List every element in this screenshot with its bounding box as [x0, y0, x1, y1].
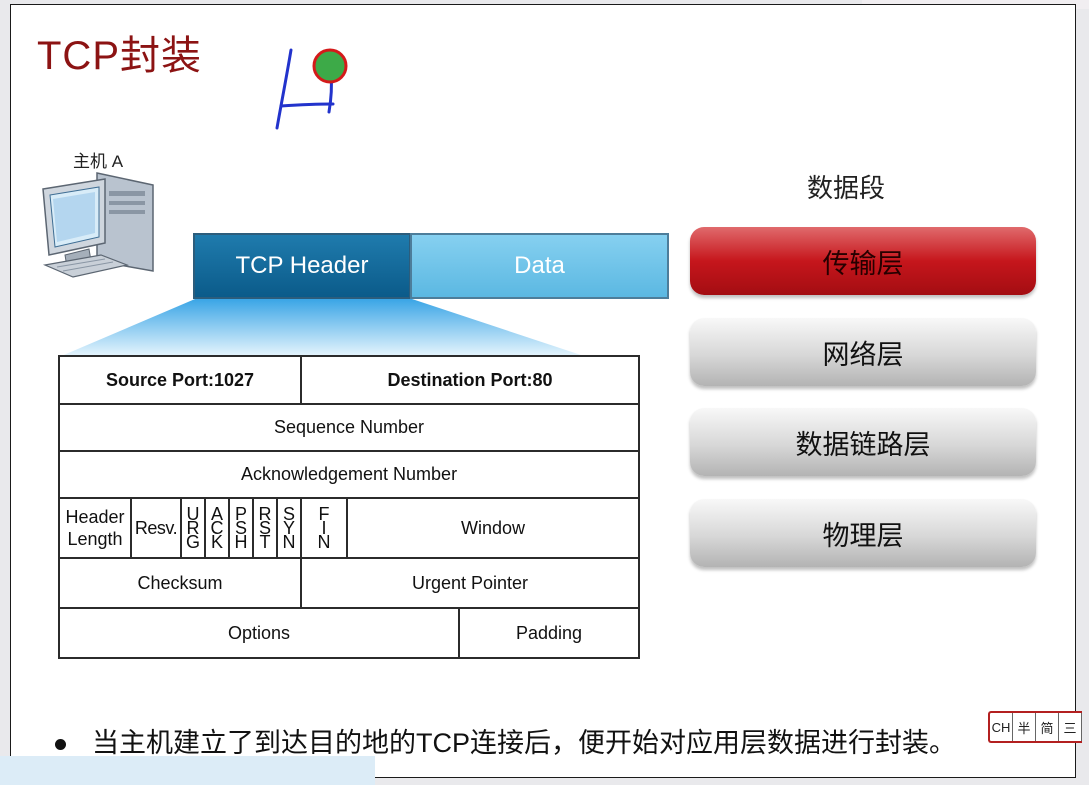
flag-char: N: [282, 532, 296, 552]
ime-lang-button[interactable]: CH: [990, 713, 1013, 741]
source-port-cell: Source Port:1027: [58, 355, 302, 405]
urgent-pointer-cell: Urgent Pointer: [299, 557, 641, 609]
sequence-number-cell: Sequence Number: [57, 403, 641, 452]
window-cell: Window: [345, 497, 641, 559]
flag-char: K: [210, 532, 223, 552]
header-length-cell: Header Length: [58, 497, 132, 559]
layer-network: 网络层: [690, 318, 1036, 386]
flag-urg: U R G: [180, 497, 206, 559]
pen-annotation: [275, 48, 348, 130]
flag-ack: A C K: [204, 497, 230, 559]
data-segment-caption: 数据段: [807, 173, 886, 203]
flag-char: T: [259, 532, 271, 552]
bottom-band: [0, 756, 375, 785]
flag-syn: S Y N: [276, 497, 302, 559]
options-cell: Options: [58, 607, 460, 659]
bullet-point: 当主机建立了到达目的地的TCP连接后，便开始对应用层数据进行封装。: [55, 721, 956, 760]
flag-psh: P S H: [228, 497, 254, 559]
slide-title: TCP封装: [37, 34, 202, 78]
desktop-computer-icon: [42, 172, 154, 278]
padding-cell: Padding: [457, 607, 641, 659]
flag-char: G: [185, 532, 200, 552]
expansion-fan: [59, 299, 587, 357]
ime-menu-button[interactable]: 三: [1059, 713, 1082, 741]
flag-rst: R S T: [252, 497, 278, 559]
bullet-text: 当主机建立了到达目的地的TCP连接后，便开始对应用层数据进行封装。: [92, 728, 956, 758]
flag-fin: F I N: [300, 497, 348, 559]
tcp-header-table: Source Port:1027 Destination Port:80 Seq…: [57, 355, 641, 659]
layer-transport: 传输层: [690, 227, 1036, 295]
header-length-line-2: Length: [67, 529, 123, 549]
layer-physical: 物理层: [690, 499, 1036, 567]
reserved-cell: Resv.: [130, 497, 182, 559]
slide: TCP封装 主机 A TCP Header Data Source Port:1…: [10, 4, 1076, 778]
header-length-line-1: Header: [65, 507, 125, 527]
tcp-header-block: TCP Header: [193, 233, 411, 299]
flag-char: H: [234, 532, 248, 552]
ime-toolbar[interactable]: CH 半 简 三: [988, 711, 1082, 743]
bullet-dot: [55, 739, 66, 751]
flag-char: N: [317, 532, 331, 552]
checksum-cell: Checksum: [58, 557, 302, 609]
ack-number-cell: Acknowledgement Number: [57, 450, 641, 499]
ime-halfwidth-button[interactable]: 半: [1013, 713, 1036, 741]
layer-data-link: 数据链路层: [690, 408, 1036, 476]
destination-port-cell: Destination Port:80: [299, 355, 641, 405]
data-block: Data: [410, 233, 669, 299]
ime-simplified-button[interactable]: 简: [1036, 713, 1059, 741]
